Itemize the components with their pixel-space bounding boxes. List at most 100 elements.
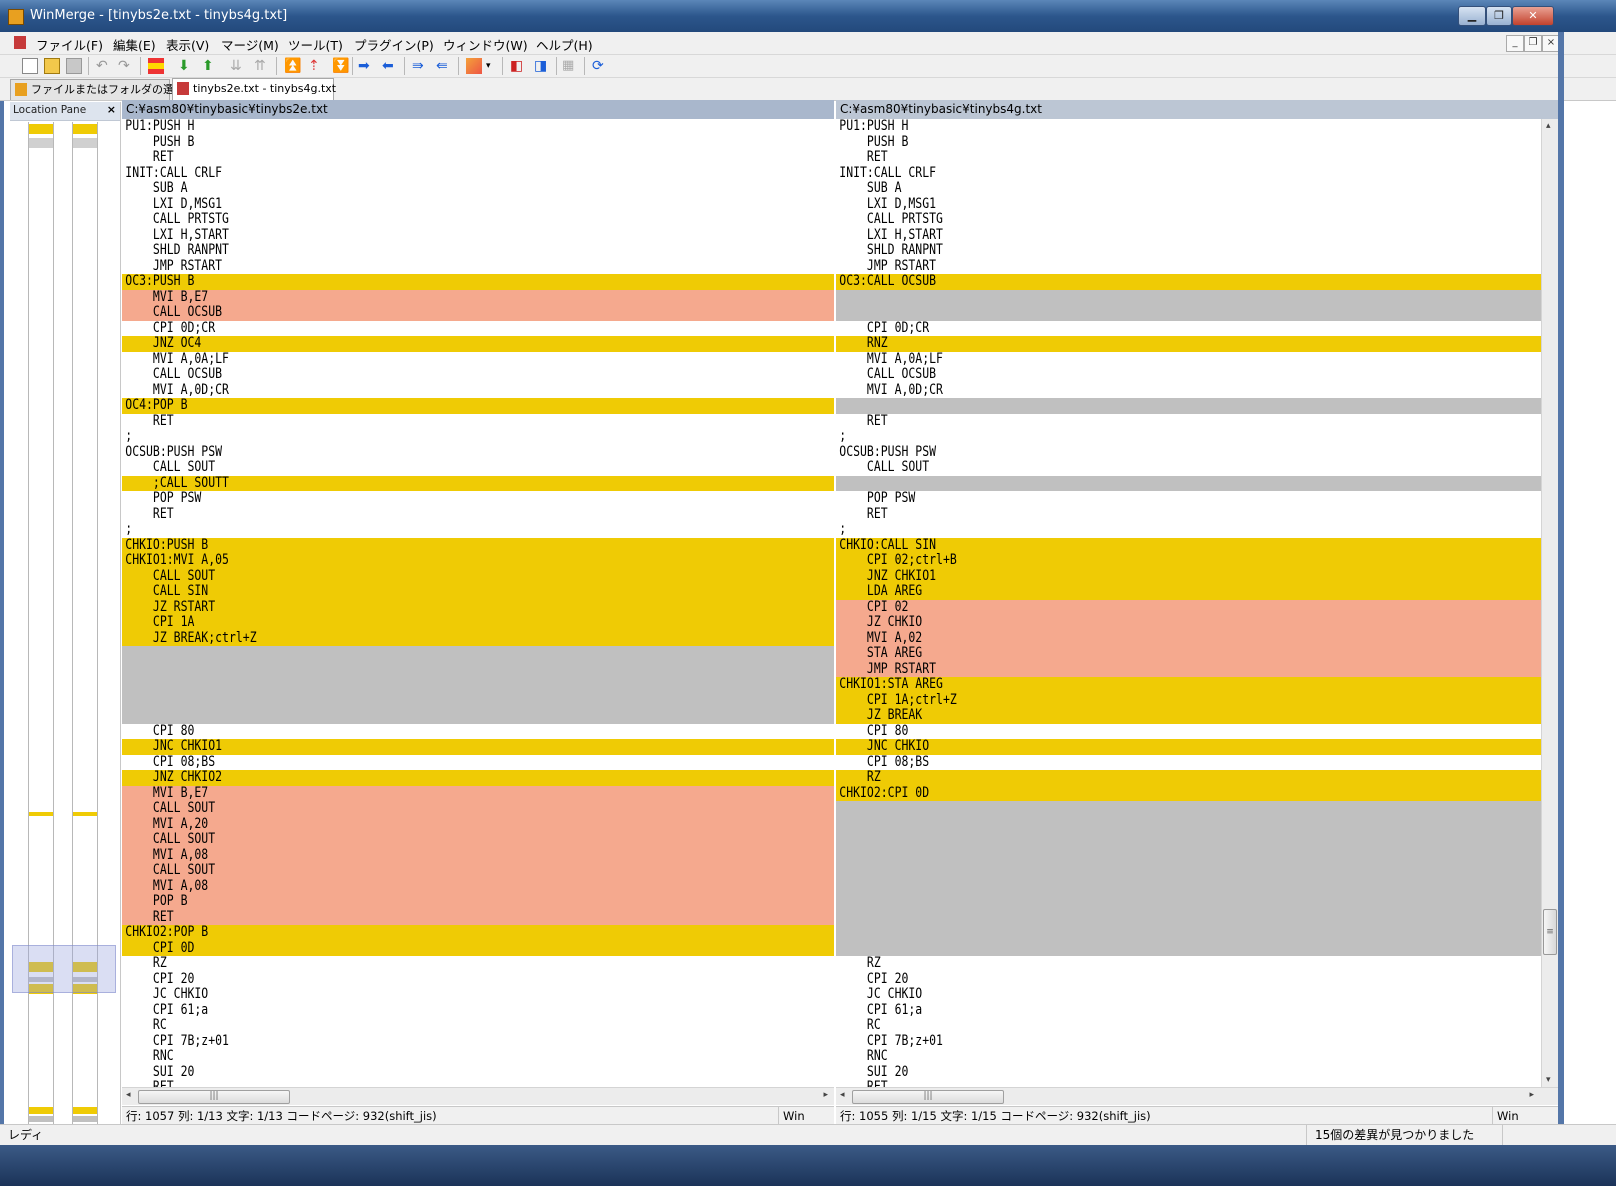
code-line[interactable]: CHKIO:PUSH B: [122, 537, 834, 553]
code-line[interactable]: [836, 878, 1541, 894]
current-diff-icon[interactable]: ⇈: [254, 58, 270, 74]
code-line[interactable]: RET: [122, 149, 834, 166]
right-text-view[interactable]: PU1:PUSH H PUSH B RET INIT:CALL CRLF SUB …: [836, 119, 1541, 1087]
code-line[interactable]: LXI H,START: [836, 227, 1541, 244]
code-line[interactable]: CALL SOUT: [122, 862, 834, 879]
mdi-minimize-button[interactable]: _: [1506, 35, 1524, 52]
code-line[interactable]: JNZ CHKIO2: [122, 769, 834, 786]
code-line[interactable]: [122, 646, 834, 662]
vertical-scrollbar[interactable]: ▴ ≡ ▾: [1541, 119, 1559, 1087]
code-line[interactable]: MVI A,08: [122, 878, 834, 894]
last-diff-icon[interactable]: ⇊: [230, 58, 246, 74]
code-line[interactable]: JZ BREAK: [836, 707, 1541, 724]
code-line[interactable]: JNC CHKIO1: [122, 738, 834, 755]
scroll-left-icon[interactable]: ◂: [840, 1090, 845, 1100]
location-bar-left[interactable]: [28, 122, 54, 1162]
code-line[interactable]: CPI 80: [836, 723, 1541, 740]
code-line[interactable]: CPI 08;BS: [122, 754, 834, 771]
code-line[interactable]: MVI A,0D;CR: [122, 382, 834, 399]
code-line[interactable]: [836, 894, 1541, 910]
code-line[interactable]: CALL OCSUB: [836, 366, 1541, 383]
code-line[interactable]: RET: [836, 149, 1541, 166]
code-line[interactable]: JNC CHKIO: [836, 738, 1541, 755]
code-line[interactable]: MVI A,20: [122, 816, 834, 832]
code-line[interactable]: ;: [122, 428, 834, 445]
menu-merge[interactable]: マージ(M): [221, 35, 279, 54]
code-line[interactable]: CPI 02: [836, 599, 1541, 615]
right-horizontal-scrollbar[interactable]: ◂ ||| ▸: [836, 1087, 1558, 1105]
location-diff-marker[interactable]: [29, 812, 53, 816]
taskbar[interactable]: [0, 1145, 1616, 1186]
menu-file[interactable]: ファイル(F): [36, 35, 103, 54]
code-line[interactable]: [122, 677, 834, 693]
code-line[interactable]: RZ: [122, 955, 834, 972]
undo-icon[interactable]: ↶: [96, 58, 112, 74]
code-line[interactable]: RC: [122, 1017, 834, 1034]
code-line[interactable]: CALL OCSUB: [122, 366, 834, 383]
scroll-right-icon[interactable]: ▸: [823, 1090, 828, 1100]
code-line[interactable]: PU1:PUSH H: [836, 119, 1541, 135]
location-diff-marker[interactable]: [29, 138, 53, 148]
copy-all-left-icon[interactable]: ⇚: [436, 58, 452, 74]
menu-tools[interactable]: ツール(T): [288, 35, 343, 54]
code-line[interactable]: CPI 80: [122, 723, 834, 740]
scroll-left-icon[interactable]: ◂: [126, 1090, 131, 1100]
code-line[interactable]: [836, 832, 1541, 848]
menu-help[interactable]: ヘルプ(H): [536, 35, 593, 54]
code-line[interactable]: OC3:CALL OCSUB: [836, 273, 1541, 290]
code-line[interactable]: JC CHKIO: [836, 986, 1541, 1003]
code-line[interactable]: CALL SOUT: [122, 800, 834, 817]
code-line[interactable]: CALL SOUT: [122, 831, 834, 848]
code-line[interactable]: PU1:PUSH H: [122, 119, 834, 135]
scrollbar-thumb[interactable]: ≡: [1543, 909, 1557, 955]
code-line[interactable]: JMP RSTART: [836, 661, 1541, 677]
code-line[interactable]: SUI 20: [836, 1064, 1541, 1081]
scroll-right-icon[interactable]: ▸: [1529, 1090, 1534, 1100]
menu-edit[interactable]: 編集(E): [113, 35, 156, 54]
location-diff-marker[interactable]: [73, 1107, 97, 1114]
code-line[interactable]: CPI 08;BS: [836, 754, 1541, 771]
code-line[interactable]: SUI 20: [122, 1064, 834, 1081]
location-viewport[interactable]: [12, 945, 116, 993]
code-line[interactable]: RET: [836, 413, 1541, 430]
save-icon[interactable]: [66, 58, 82, 74]
code-line[interactable]: [122, 661, 834, 677]
code-line[interactable]: CALL SOUT: [122, 568, 834, 584]
code-line[interactable]: MVI A,08: [122, 847, 834, 863]
code-line[interactable]: JC CHKIO: [122, 986, 834, 1003]
code-line[interactable]: CHKIO:CALL SIN: [836, 537, 1541, 553]
copy-all-right-icon[interactable]: ⇛: [412, 58, 428, 74]
left-horizontal-scrollbar[interactable]: ◂ ||| ▸: [122, 1087, 834, 1105]
code-line[interactable]: [836, 801, 1541, 817]
code-line[interactable]: RET: [836, 506, 1541, 523]
location-diff-marker[interactable]: [73, 124, 97, 134]
menu-view[interactable]: 表示(V): [166, 35, 209, 54]
code-line[interactable]: INIT:CALL CRLF: [836, 165, 1541, 182]
open-icon[interactable]: [44, 58, 60, 74]
code-line[interactable]: POP B: [122, 893, 834, 910]
code-line[interactable]: CPI 02;ctrl+B: [836, 552, 1541, 569]
code-line[interactable]: RET: [122, 413, 834, 430]
code-line[interactable]: CALL OCSUB: [122, 304, 834, 321]
code-line[interactable]: RZ: [836, 955, 1541, 972]
code-line[interactable]: OC3:PUSH B: [122, 273, 834, 290]
code-line[interactable]: [836, 940, 1541, 956]
code-line[interactable]: RET: [122, 506, 834, 523]
code-line[interactable]: MVI A,0A;LF: [836, 351, 1541, 368]
open-right-icon[interactable]: ◨: [534, 58, 550, 74]
code-line[interactable]: JNZ OC4: [122, 335, 834, 352]
code-line[interactable]: INIT:CALL CRLF: [122, 165, 834, 182]
tab-compare[interactable]: tinybs2e.txt - tinybs4g.txt: [172, 78, 336, 100]
code-line[interactable]: RZ: [836, 769, 1541, 786]
code-line[interactable]: CALL PRTSTG: [122, 211, 834, 228]
code-line[interactable]: JZ BREAK;ctrl+Z: [122, 630, 834, 646]
code-line[interactable]: ;CALL SOUTT: [122, 475, 834, 491]
code-line[interactable]: SHLD RANPNT: [836, 242, 1541, 259]
code-line[interactable]: OCSUB:PUSH PSW: [122, 444, 834, 461]
code-line[interactable]: PUSH B: [122, 134, 834, 151]
code-line[interactable]: CALL SOUT: [122, 459, 834, 476]
menu-window[interactable]: ウィンドウ(W): [443, 35, 528, 54]
code-line[interactable]: CHKIO2:CPI 0D: [836, 785, 1541, 801]
scrollbar-thumb[interactable]: |||: [852, 1090, 1004, 1104]
code-line[interactable]: CPI 1A: [122, 614, 834, 631]
